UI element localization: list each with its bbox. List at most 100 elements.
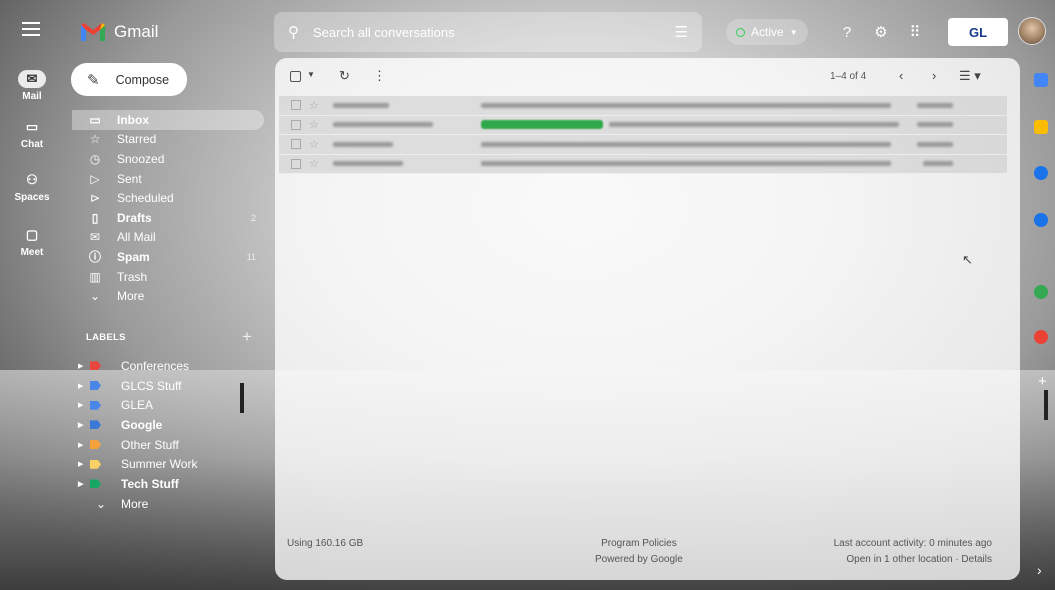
- compose-button[interactable]: ✎ Compose: [71, 63, 187, 96]
- expand-caret-icon[interactable]: ▶: [78, 362, 86, 370]
- nav-item-drafts[interactable]: ▯ Drafts 2: [72, 208, 264, 228]
- label-tag-icon: [90, 361, 101, 371]
- subject-blurred: [481, 102, 891, 108]
- rail-label: Mail: [22, 91, 42, 102]
- email-row[interactable]: ☆: [279, 115, 1007, 135]
- chevron-right-icon[interactable]: ›: [1037, 562, 1042, 578]
- row-checkbox[interactable]: [291, 139, 301, 150]
- select-all-checkbox[interactable]: [290, 70, 301, 85]
- addon-icon[interactable]: [1034, 330, 1048, 344]
- chat-icon: ▭: [25, 119, 39, 134]
- expand-caret-icon[interactable]: ▶: [78, 441, 86, 449]
- spaces-icon: ⚇: [26, 172, 38, 187]
- rail-item-spaces[interactable]: ⚇ Spaces: [0, 171, 64, 203]
- pagination-range: 1–4 of 4: [830, 71, 867, 82]
- label-item-summer-work[interactable]: ▶ Summer Work: [72, 454, 264, 474]
- search-options-icon[interactable]: ☰: [675, 23, 688, 41]
- settings-gear-icon[interactable]: ⚙: [870, 21, 892, 43]
- keep-icon[interactable]: [1034, 120, 1048, 134]
- label-tag-icon: [90, 400, 101, 410]
- label-tag-icon: [90, 420, 101, 430]
- tasks-icon[interactable]: [1034, 166, 1048, 180]
- nav-item-starred[interactable]: ☆ Starred: [72, 130, 264, 150]
- density-menu-icon[interactable]: ☰ ▾: [959, 68, 981, 84]
- label-item-glcs-stuff[interactable]: ▶ GLCS Stuff: [72, 376, 264, 396]
- select-dropdown-icon[interactable]: ▼: [307, 70, 315, 79]
- label-item-glea[interactable]: ▶ GLEA: [72, 395, 264, 415]
- labels-heading: LABELS: [86, 332, 126, 343]
- rail-label: Meet: [20, 247, 44, 258]
- row-checkbox[interactable]: [291, 119, 301, 130]
- nav-item-snoozed[interactable]: ◷ Snoozed: [72, 149, 264, 169]
- date-blurred: [917, 102, 953, 108]
- add-addon-icon[interactable]: +: [1038, 373, 1047, 390]
- email-row[interactable]: ☆: [279, 96, 1007, 116]
- status-dropdown[interactable]: Active ▼: [726, 19, 808, 45]
- status-label: Active: [751, 25, 784, 39]
- star-icon[interactable]: ☆: [309, 138, 321, 151]
- rail-item-chat[interactable]: ▭ Chat: [0, 118, 64, 150]
- powered-by-google: Powered by Google: [595, 554, 683, 565]
- program-policies-link[interactable]: Program Policies: [595, 536, 683, 552]
- star-icon[interactable]: ☆: [309, 118, 321, 131]
- label-item-google[interactable]: ▶ Google: [72, 415, 264, 435]
- row-checkbox[interactable]: [291, 100, 301, 111]
- nav-item-scheduled[interactable]: ⊳ Scheduled: [72, 188, 264, 208]
- nav-item-more[interactable]: ⌄ More: [72, 286, 264, 306]
- details-link[interactable]: Open in 1 other location · Details: [825, 552, 992, 568]
- star-icon[interactable]: ☆: [309, 99, 321, 112]
- add-label-icon[interactable]: +: [242, 327, 252, 347]
- prev-page-icon[interactable]: ‹: [899, 68, 903, 83]
- addon-icon[interactable]: [1034, 285, 1048, 299]
- contacts-icon[interactable]: [1034, 213, 1048, 227]
- nav-item-all-mail[interactable]: ✉ All Mail: [72, 228, 264, 248]
- apps-grid-icon[interactable]: ⠿: [904, 21, 926, 43]
- expand-caret-icon[interactable]: ▶: [78, 480, 86, 488]
- mail-icon: ✉: [18, 70, 46, 88]
- all-mail-icon: ✉: [89, 230, 101, 245]
- main-menu-button[interactable]: [22, 22, 40, 36]
- nav-count: 2: [250, 212, 256, 223]
- email-row[interactable]: ☆: [279, 154, 1007, 174]
- email-row[interactable]: ☆: [279, 135, 1007, 155]
- nav-item-trash[interactable]: ▥ Trash: [72, 267, 264, 287]
- rail-label: Chat: [20, 139, 44, 150]
- footer-right: Last account activity: 0 minutes ago Ope…: [825, 536, 992, 568]
- search-bar[interactable]: ⚲ ☰: [274, 12, 702, 52]
- nav-label: Inbox: [117, 112, 149, 127]
- search-input[interactable]: [313, 24, 661, 40]
- nav-label: Snoozed: [117, 151, 165, 166]
- next-page-icon[interactable]: ›: [932, 68, 936, 83]
- search-icon[interactable]: ⚲: [288, 23, 299, 41]
- rail-item-mail[interactable]: ✉ Mail: [0, 70, 64, 102]
- label-item-conferences[interactable]: ▶ Conferences: [72, 356, 264, 376]
- avatar[interactable]: [1018, 17, 1046, 45]
- star-icon[interactable]: ☆: [309, 157, 321, 170]
- subject-blurred: [609, 122, 899, 128]
- label-item-tech-stuff[interactable]: ▶ Tech Stuff: [72, 474, 264, 494]
- subject-blurred: [481, 141, 891, 147]
- label-item-more[interactable]: ⌄ More: [72, 494, 264, 514]
- label-tag-icon: [90, 459, 101, 469]
- more-options-icon[interactable]: ⋮: [373, 68, 386, 84]
- left-rail: ✉ Mail ▭ Chat ⚇ Spaces ▢ Meet: [0, 0, 64, 590]
- expand-caret-icon[interactable]: ▶: [78, 401, 86, 409]
- calendar-icon[interactable]: [1034, 73, 1048, 87]
- row-checkbox[interactable]: [291, 158, 301, 169]
- expand-caret-icon[interactable]: ▶: [78, 382, 86, 390]
- label-item-other-stuff[interactable]: ▶ Other Stuff: [72, 435, 264, 455]
- gmail-logo[interactable]: Gmail: [80, 22, 158, 42]
- compose-label: Compose: [115, 72, 170, 87]
- expand-caret-icon[interactable]: ▶: [78, 460, 86, 468]
- nav-item-sent[interactable]: ▷ Sent: [72, 169, 264, 189]
- expand-caret-icon[interactable]: ▶: [78, 421, 86, 429]
- nav-item-spam[interactable]: ⓘ Spam 11: [72, 247, 264, 267]
- rail-item-meet[interactable]: ▢ Meet: [0, 226, 64, 258]
- date-blurred: [917, 141, 953, 147]
- nav-item-inbox[interactable]: ▭ Inbox: [72, 110, 264, 130]
- label-name: Google: [121, 417, 163, 432]
- account-badge[interactable]: GL: [948, 18, 1008, 46]
- help-icon[interactable]: ?: [836, 21, 858, 43]
- label-name: GLEA: [121, 398, 154, 413]
- refresh-icon[interactable]: ↻: [339, 68, 350, 84]
